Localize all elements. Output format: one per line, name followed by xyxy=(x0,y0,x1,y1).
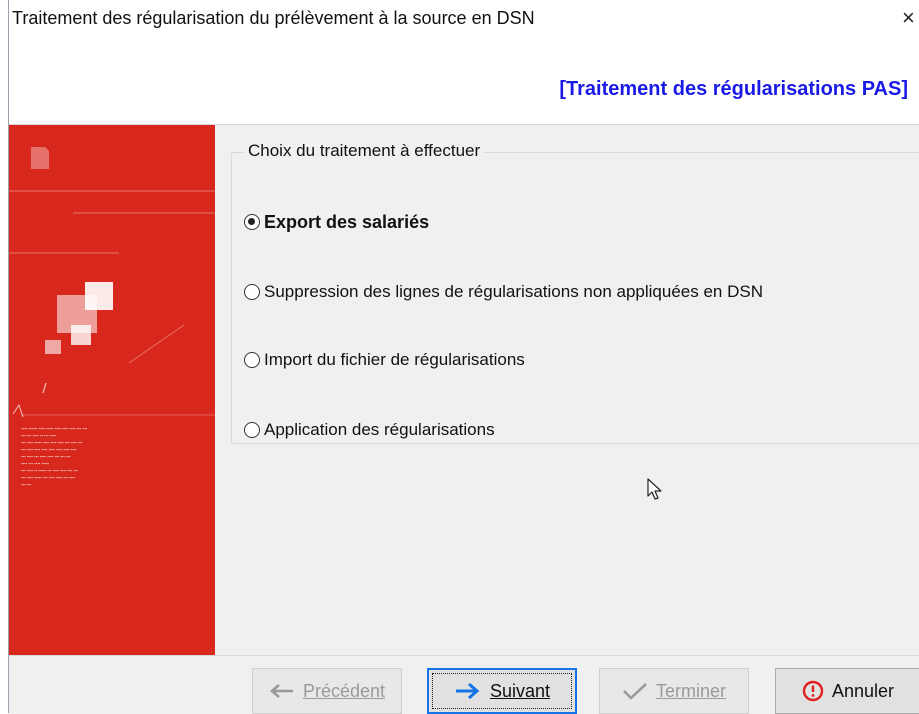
cancel-button-label: Annuler xyxy=(831,680,895,701)
finish-button[interactable]: Terminer xyxy=(599,668,749,714)
wizard-footer: Précédent Suivant Terminer Annuler xyxy=(9,655,919,714)
side-panel-graphic xyxy=(9,147,215,418)
option-import-regularisation-file[interactable]: Import du fichier de régularisations xyxy=(244,347,525,373)
group-legend: Choix du traitement à effectuer xyxy=(244,141,485,161)
radio-apply-regularisations[interactable] xyxy=(244,422,260,438)
window-title: Traitement des régularisation du prélève… xyxy=(12,8,535,28)
cancel-button[interactable]: Annuler xyxy=(775,668,919,714)
close-button[interactable]: × xyxy=(902,4,919,32)
option-export-salaries[interactable]: Export des salariés xyxy=(244,209,429,235)
radio-import-regularisation-file[interactable] xyxy=(244,352,260,368)
wizard-step-title: [Traitement des régularisations PAS] xyxy=(559,78,908,100)
decorative-side-panel: ▪▪▪▪ ▪▪▪▪▪▪ ▪▪▪▪ ▪▪▪▪▪ ▪▪▪▪ ▪▪▪▪ ▪▪▪▪ ▪▪… xyxy=(9,125,215,655)
next-button[interactable]: Suivant xyxy=(427,668,577,714)
option-apply-regularisations-label: Application des régularisations xyxy=(264,420,495,439)
option-delete-regularisation-lines-label: Suppression des lignes de régularisation… xyxy=(264,282,763,301)
wizard-content: Choix du traitement à effectuer Export d… xyxy=(215,125,919,655)
cancel-circle-icon xyxy=(802,680,824,702)
arrow-left-icon xyxy=(269,683,295,699)
side-panel-fine-print: ▪▪▪▪ ▪▪▪▪▪▪ ▪▪▪▪ ▪▪▪▪▪ ▪▪▪▪ ▪▪▪▪ ▪▪▪▪ ▪▪… xyxy=(21,426,87,487)
wizard-window: Traitement des régularisation du prélève… xyxy=(8,0,919,714)
title-bar: Traitement des régularisation du prélève… xyxy=(9,0,919,36)
option-apply-regularisations[interactable]: Application des régularisations xyxy=(244,417,495,443)
option-import-regularisation-file-label: Import du fichier de régularisations xyxy=(264,350,525,369)
finish-button-label: Terminer xyxy=(655,680,726,701)
checkmark-icon xyxy=(622,682,648,700)
mouse-pointer-icon xyxy=(647,478,662,500)
treatment-choice-group: Choix du traitement à effectuer Export d… xyxy=(231,141,919,444)
previous-button-label: Précédent xyxy=(302,680,386,701)
option-delete-regularisation-lines[interactable]: Suppression des lignes de régularisation… xyxy=(244,279,763,305)
radio-export-salaries[interactable] xyxy=(244,214,260,230)
previous-button[interactable]: Précédent xyxy=(252,668,402,714)
wizard-header: [Traitement des régularisations PAS] xyxy=(9,36,919,125)
option-export-salaries-label: Export des salariés xyxy=(264,211,430,232)
radio-delete-regularisation-lines[interactable] xyxy=(244,284,260,300)
